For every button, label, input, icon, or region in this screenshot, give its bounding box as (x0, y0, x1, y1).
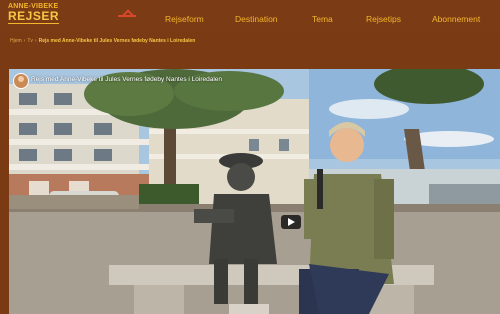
breadcrumb: Hjem › Tv › Rejs med Anne-Vibeke til Jules V… (10, 38, 195, 44)
top-navigation-bar: ANNE-VIBEKE REJSER Rejseform Destination… (0, 0, 500, 32)
breadcrumb-separator: › (34, 38, 37, 44)
breadcrumb-home[interactable]: Hjem (10, 38, 22, 44)
site-logo[interactable]: ANNE-VIBEKE REJSER (6, 2, 60, 28)
channel-avatar[interactable] (13, 73, 29, 89)
nav-item-destination[interactable]: Destination (235, 14, 278, 24)
nav-item-rejsetips[interactable]: Rejsetips (366, 14, 401, 24)
breadcrumb-section[interactable]: Tv (27, 38, 33, 44)
video-player[interactable]: Rejs med Anne-Vibeke til Jules Vernes fø… (9, 69, 500, 314)
breadcrumb-separator: › (23, 38, 26, 44)
nav-item-tema[interactable]: Tema (312, 14, 333, 24)
home-icon[interactable] (116, 9, 138, 22)
nav-item-abonnement[interactable]: Abonnement (432, 14, 480, 24)
play-button[interactable] (281, 215, 301, 229)
play-icon (288, 218, 295, 226)
nav-item-rejseform[interactable]: Rejseform (165, 14, 204, 24)
video-title[interactable]: Rejs med Anne-Vibeke til Jules Vernes fø… (31, 76, 222, 83)
logo-line-2: REJSER (8, 9, 60, 24)
video-thumbnail (9, 69, 500, 314)
breadcrumb-current: Rejs med Anne-Vibeke til Jules Vernes fø… (38, 38, 196, 44)
